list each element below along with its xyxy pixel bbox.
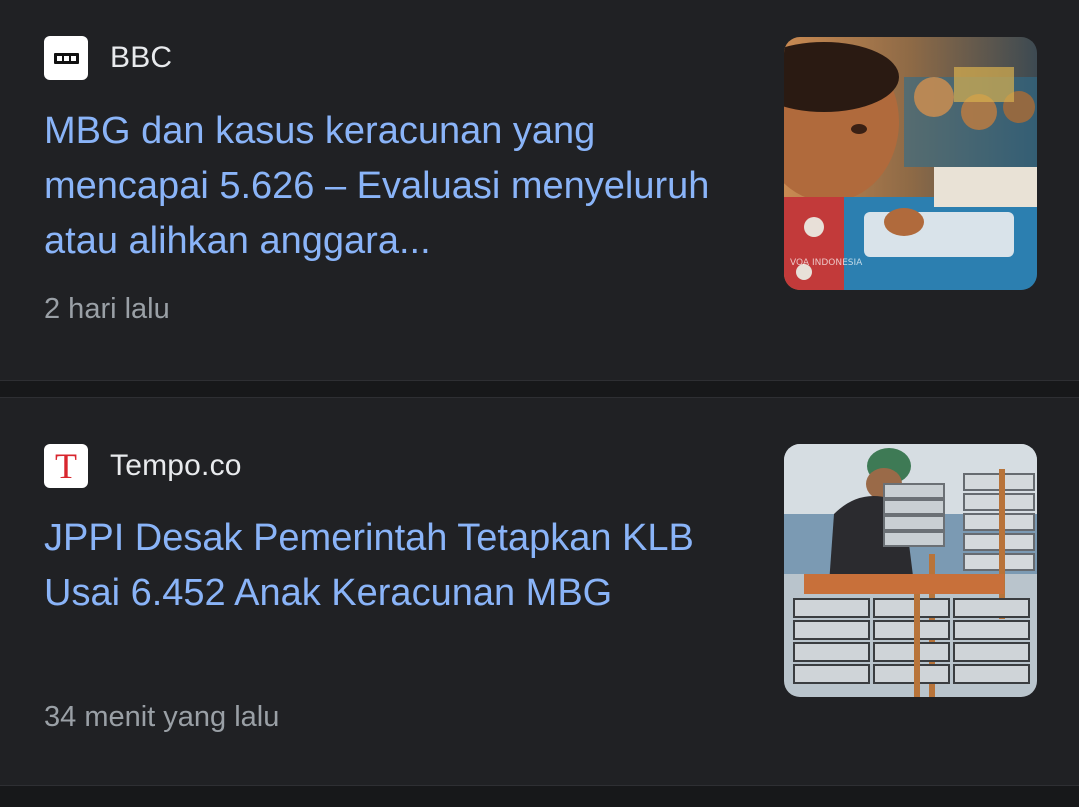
news-card-bbc[interactable]: BBC MBG dan kasus keracunan yang mencapa…: [0, 0, 1079, 380]
source-name: BBC: [110, 41, 173, 74]
article-headline[interactable]: MBG dan kasus keracunan yang mencapai 5.…: [44, 104, 734, 269]
article-thumbnail[interactable]: [784, 444, 1037, 697]
watermark-text: VOA INDONESIA: [790, 258, 863, 268]
card-divider: [0, 380, 1079, 398]
news-card-tempo[interactable]: T Tempo.co JPPI Desak Pemerintah Tetapka…: [0, 398, 1079, 785]
article-time: 2 hari lalu: [44, 293, 170, 325]
source-name: Tempo.co: [110, 449, 242, 482]
article-source: T Tempo.co: [44, 444, 242, 488]
bbc-logo-icon: [44, 36, 88, 80]
tempo-logo-icon: T: [44, 444, 88, 488]
card-divider: [0, 785, 1079, 807]
article-headline[interactable]: JPPI Desak Pemerintah Tetapkan KLB Usai …: [44, 511, 734, 621]
article-time: 34 menit yang lalu: [44, 701, 280, 733]
article-thumbnail[interactable]: VOA INDONESIA: [784, 37, 1037, 290]
article-source: BBC: [44, 36, 172, 80]
